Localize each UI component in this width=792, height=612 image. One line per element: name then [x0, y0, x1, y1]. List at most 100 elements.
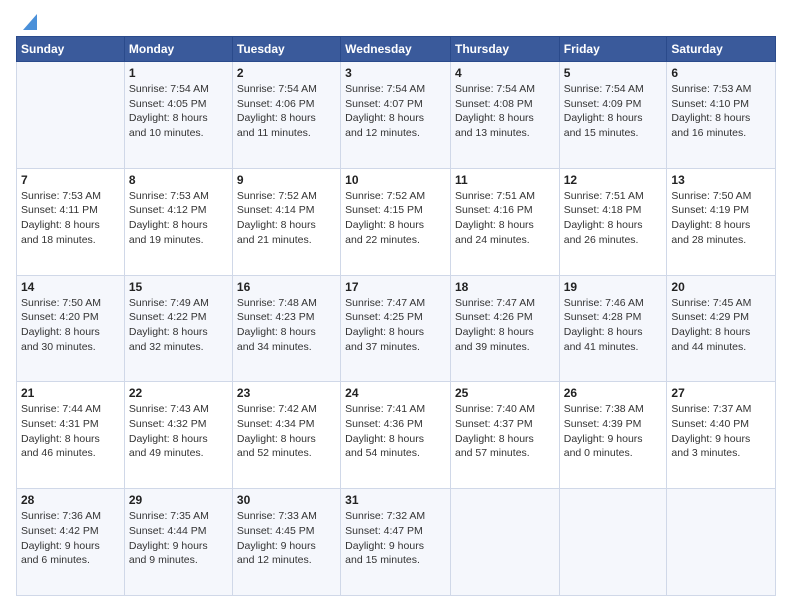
calendar-week-row: 21 Sunrise: 7:44 AM Sunset: 4:31 PM Dayli…: [17, 382, 776, 489]
calendar-cell: [450, 489, 559, 596]
day-number: 14: [21, 280, 120, 294]
day-info: Sunrise: 7:44 AM Sunset: 4:31 PM Dayligh…: [21, 402, 120, 461]
day-number: 2: [237, 66, 336, 80]
calendar-cell: 11 Sunrise: 7:51 AM Sunset: 4:16 PM Dayli…: [450, 168, 559, 275]
calendar-cell: 5 Sunrise: 7:54 AM Sunset: 4:09 PM Daylig…: [559, 62, 667, 169]
day-number: 30: [237, 493, 336, 507]
day-info: Sunrise: 7:38 AM Sunset: 4:39 PM Dayligh…: [564, 402, 663, 461]
day-info: Sunrise: 7:35 AM Sunset: 4:44 PM Dayligh…: [129, 509, 228, 568]
day-info: Sunrise: 7:47 AM Sunset: 4:25 PM Dayligh…: [345, 296, 446, 355]
day-info: Sunrise: 7:54 AM Sunset: 4:08 PM Dayligh…: [455, 82, 555, 141]
day-number: 12: [564, 173, 663, 187]
calendar-week-row: 28Sunrise: 7:36 AM Sunset: 4:42 PM Dayli…: [17, 489, 776, 596]
day-info: Sunrise: 7:48 AM Sunset: 4:23 PM Dayligh…: [237, 296, 336, 355]
header: [16, 16, 776, 26]
calendar-cell: 27Sunrise: 7:37 AM Sunset: 4:40 PM Dayli…: [667, 382, 776, 489]
calendar-cell: 22 Sunrise: 7:43 AM Sunset: 4:32 PM Dayli…: [124, 382, 232, 489]
day-number: 5: [564, 66, 663, 80]
day-number: 6: [671, 66, 771, 80]
day-number: 31: [345, 493, 446, 507]
day-number: 18: [455, 280, 555, 294]
calendar-cell: 17 Sunrise: 7:47 AM Sunset: 4:25 PM Dayli…: [341, 275, 451, 382]
calendar-cell: 13 Sunrise: 7:50 AM Sunset: 4:19 PM Dayli…: [667, 168, 776, 275]
weekday-header-friday: Friday: [559, 37, 667, 62]
calendar-cell: 16Sunrise: 7:48 AM Sunset: 4:23 PM Dayli…: [232, 275, 340, 382]
day-info: Sunrise: 7:52 AM Sunset: 4:14 PM Dayligh…: [237, 189, 336, 248]
calendar-cell: 8 Sunrise: 7:53 AM Sunset: 4:12 PM Daylig…: [124, 168, 232, 275]
calendar-cell: 7 Sunrise: 7:53 AM Sunset: 4:11 PM Daylig…: [17, 168, 125, 275]
calendar-cell: 1Sunrise: 7:54 AM Sunset: 4:05 PM Daylig…: [124, 62, 232, 169]
day-number: 11: [455, 173, 555, 187]
page: SundayMondayTuesdayWednesdayThursdayFrid…: [0, 0, 792, 612]
day-number: 21: [21, 386, 120, 400]
day-number: 19: [564, 280, 663, 294]
day-number: 10: [345, 173, 446, 187]
day-number: 22: [129, 386, 228, 400]
day-number: 8: [129, 173, 228, 187]
day-info: Sunrise: 7:42 AM Sunset: 4:34 PM Dayligh…: [237, 402, 336, 461]
day-number: 3: [345, 66, 446, 80]
calendar-cell: [17, 62, 125, 169]
day-number: 29: [129, 493, 228, 507]
calendar-header: SundayMondayTuesdayWednesdayThursdayFrid…: [17, 37, 776, 62]
calendar-cell: [667, 489, 776, 596]
day-number: 13: [671, 173, 771, 187]
calendar-week-row: 14 Sunrise: 7:50 AM Sunset: 4:20 PM Dayli…: [17, 275, 776, 382]
day-info: Sunrise: 7:41 AM Sunset: 4:36 PM Dayligh…: [345, 402, 446, 461]
day-info: Sunrise: 7:53 AM Sunset: 4:10 PM Dayligh…: [671, 82, 771, 141]
calendar-table: SundayMondayTuesdayWednesdayThursdayFrid…: [16, 36, 776, 596]
calendar-cell: 10Sunrise: 7:52 AM Sunset: 4:15 PM Dayli…: [341, 168, 451, 275]
day-info: Sunrise: 7:40 AM Sunset: 4:37 PM Dayligh…: [455, 402, 555, 461]
day-number: 7: [21, 173, 120, 187]
day-info: Sunrise: 7:54 AM Sunset: 4:06 PM Dayligh…: [237, 82, 336, 141]
day-info: Sunrise: 7:46 AM Sunset: 4:28 PM Dayligh…: [564, 296, 663, 355]
calendar-cell: 30 Sunrise: 7:33 AM Sunset: 4:45 PM Dayli…: [232, 489, 340, 596]
day-info: Sunrise: 7:54 AM Sunset: 4:05 PM Dayligh…: [129, 82, 228, 141]
day-info: Sunrise: 7:45 AM Sunset: 4:29 PM Dayligh…: [671, 296, 771, 355]
logo: [16, 16, 37, 26]
weekday-header-sunday: Sunday: [17, 37, 125, 62]
day-info: Sunrise: 7:53 AM Sunset: 4:11 PM Dayligh…: [21, 189, 120, 248]
calendar-cell: 4Sunrise: 7:54 AM Sunset: 4:08 PM Daylig…: [450, 62, 559, 169]
logo-triangle-icon: [17, 12, 37, 32]
day-number: 25: [455, 386, 555, 400]
day-number: 28: [21, 493, 120, 507]
weekday-header-saturday: Saturday: [667, 37, 776, 62]
calendar-week-row: 7 Sunrise: 7:53 AM Sunset: 4:11 PM Daylig…: [17, 168, 776, 275]
calendar-cell: 31 Sunrise: 7:32 AM Sunset: 4:47 PM Dayli…: [341, 489, 451, 596]
calendar-cell: 25 Sunrise: 7:40 AM Sunset: 4:37 PM Dayli…: [450, 382, 559, 489]
day-info: Sunrise: 7:32 AM Sunset: 4:47 PM Dayligh…: [345, 509, 446, 568]
day-number: 17: [345, 280, 446, 294]
calendar-cell: 24 Sunrise: 7:41 AM Sunset: 4:36 PM Dayli…: [341, 382, 451, 489]
day-info: Sunrise: 7:51 AM Sunset: 4:18 PM Dayligh…: [564, 189, 663, 248]
calendar-cell: 18 Sunrise: 7:47 AM Sunset: 4:26 PM Dayli…: [450, 275, 559, 382]
weekday-header-thursday: Thursday: [450, 37, 559, 62]
day-info: Sunrise: 7:37 AM Sunset: 4:40 PM Dayligh…: [671, 402, 771, 461]
day-info: Sunrise: 7:49 AM Sunset: 4:22 PM Dayligh…: [129, 296, 228, 355]
day-number: 26: [564, 386, 663, 400]
calendar-cell: 3Sunrise: 7:54 AM Sunset: 4:07 PM Daylig…: [341, 62, 451, 169]
calendar-cell: 29 Sunrise: 7:35 AM Sunset: 4:44 PM Dayli…: [124, 489, 232, 596]
calendar-cell: 12 Sunrise: 7:51 AM Sunset: 4:18 PM Dayli…: [559, 168, 667, 275]
calendar-cell: 28Sunrise: 7:36 AM Sunset: 4:42 PM Dayli…: [17, 489, 125, 596]
day-number: 23: [237, 386, 336, 400]
weekday-header-monday: Monday: [124, 37, 232, 62]
day-info: Sunrise: 7:43 AM Sunset: 4:32 PM Dayligh…: [129, 402, 228, 461]
day-info: Sunrise: 7:33 AM Sunset: 4:45 PM Dayligh…: [237, 509, 336, 568]
day-info: Sunrise: 7:54 AM Sunset: 4:09 PM Dayligh…: [564, 82, 663, 141]
calendar-cell: 26 Sunrise: 7:38 AM Sunset: 4:39 PM Dayli…: [559, 382, 667, 489]
calendar-cell: [559, 489, 667, 596]
day-number: 24: [345, 386, 446, 400]
calendar-week-row: 1Sunrise: 7:54 AM Sunset: 4:05 PM Daylig…: [17, 62, 776, 169]
day-info: Sunrise: 7:50 AM Sunset: 4:19 PM Dayligh…: [671, 189, 771, 248]
calendar-cell: 6 Sunrise: 7:53 AM Sunset: 4:10 PM Daylig…: [667, 62, 776, 169]
day-info: Sunrise: 7:51 AM Sunset: 4:16 PM Dayligh…: [455, 189, 555, 248]
calendar-body: 1Sunrise: 7:54 AM Sunset: 4:05 PM Daylig…: [17, 62, 776, 596]
weekday-header-wednesday: Wednesday: [341, 37, 451, 62]
day-number: 15: [129, 280, 228, 294]
day-info: Sunrise: 7:47 AM Sunset: 4:26 PM Dayligh…: [455, 296, 555, 355]
calendar-cell: 20Sunrise: 7:45 AM Sunset: 4:29 PM Dayli…: [667, 275, 776, 382]
calendar-cell: 2 Sunrise: 7:54 AM Sunset: 4:06 PM Daylig…: [232, 62, 340, 169]
day-info: Sunrise: 7:50 AM Sunset: 4:20 PM Dayligh…: [21, 296, 120, 355]
day-info: Sunrise: 7:53 AM Sunset: 4:12 PM Dayligh…: [129, 189, 228, 248]
